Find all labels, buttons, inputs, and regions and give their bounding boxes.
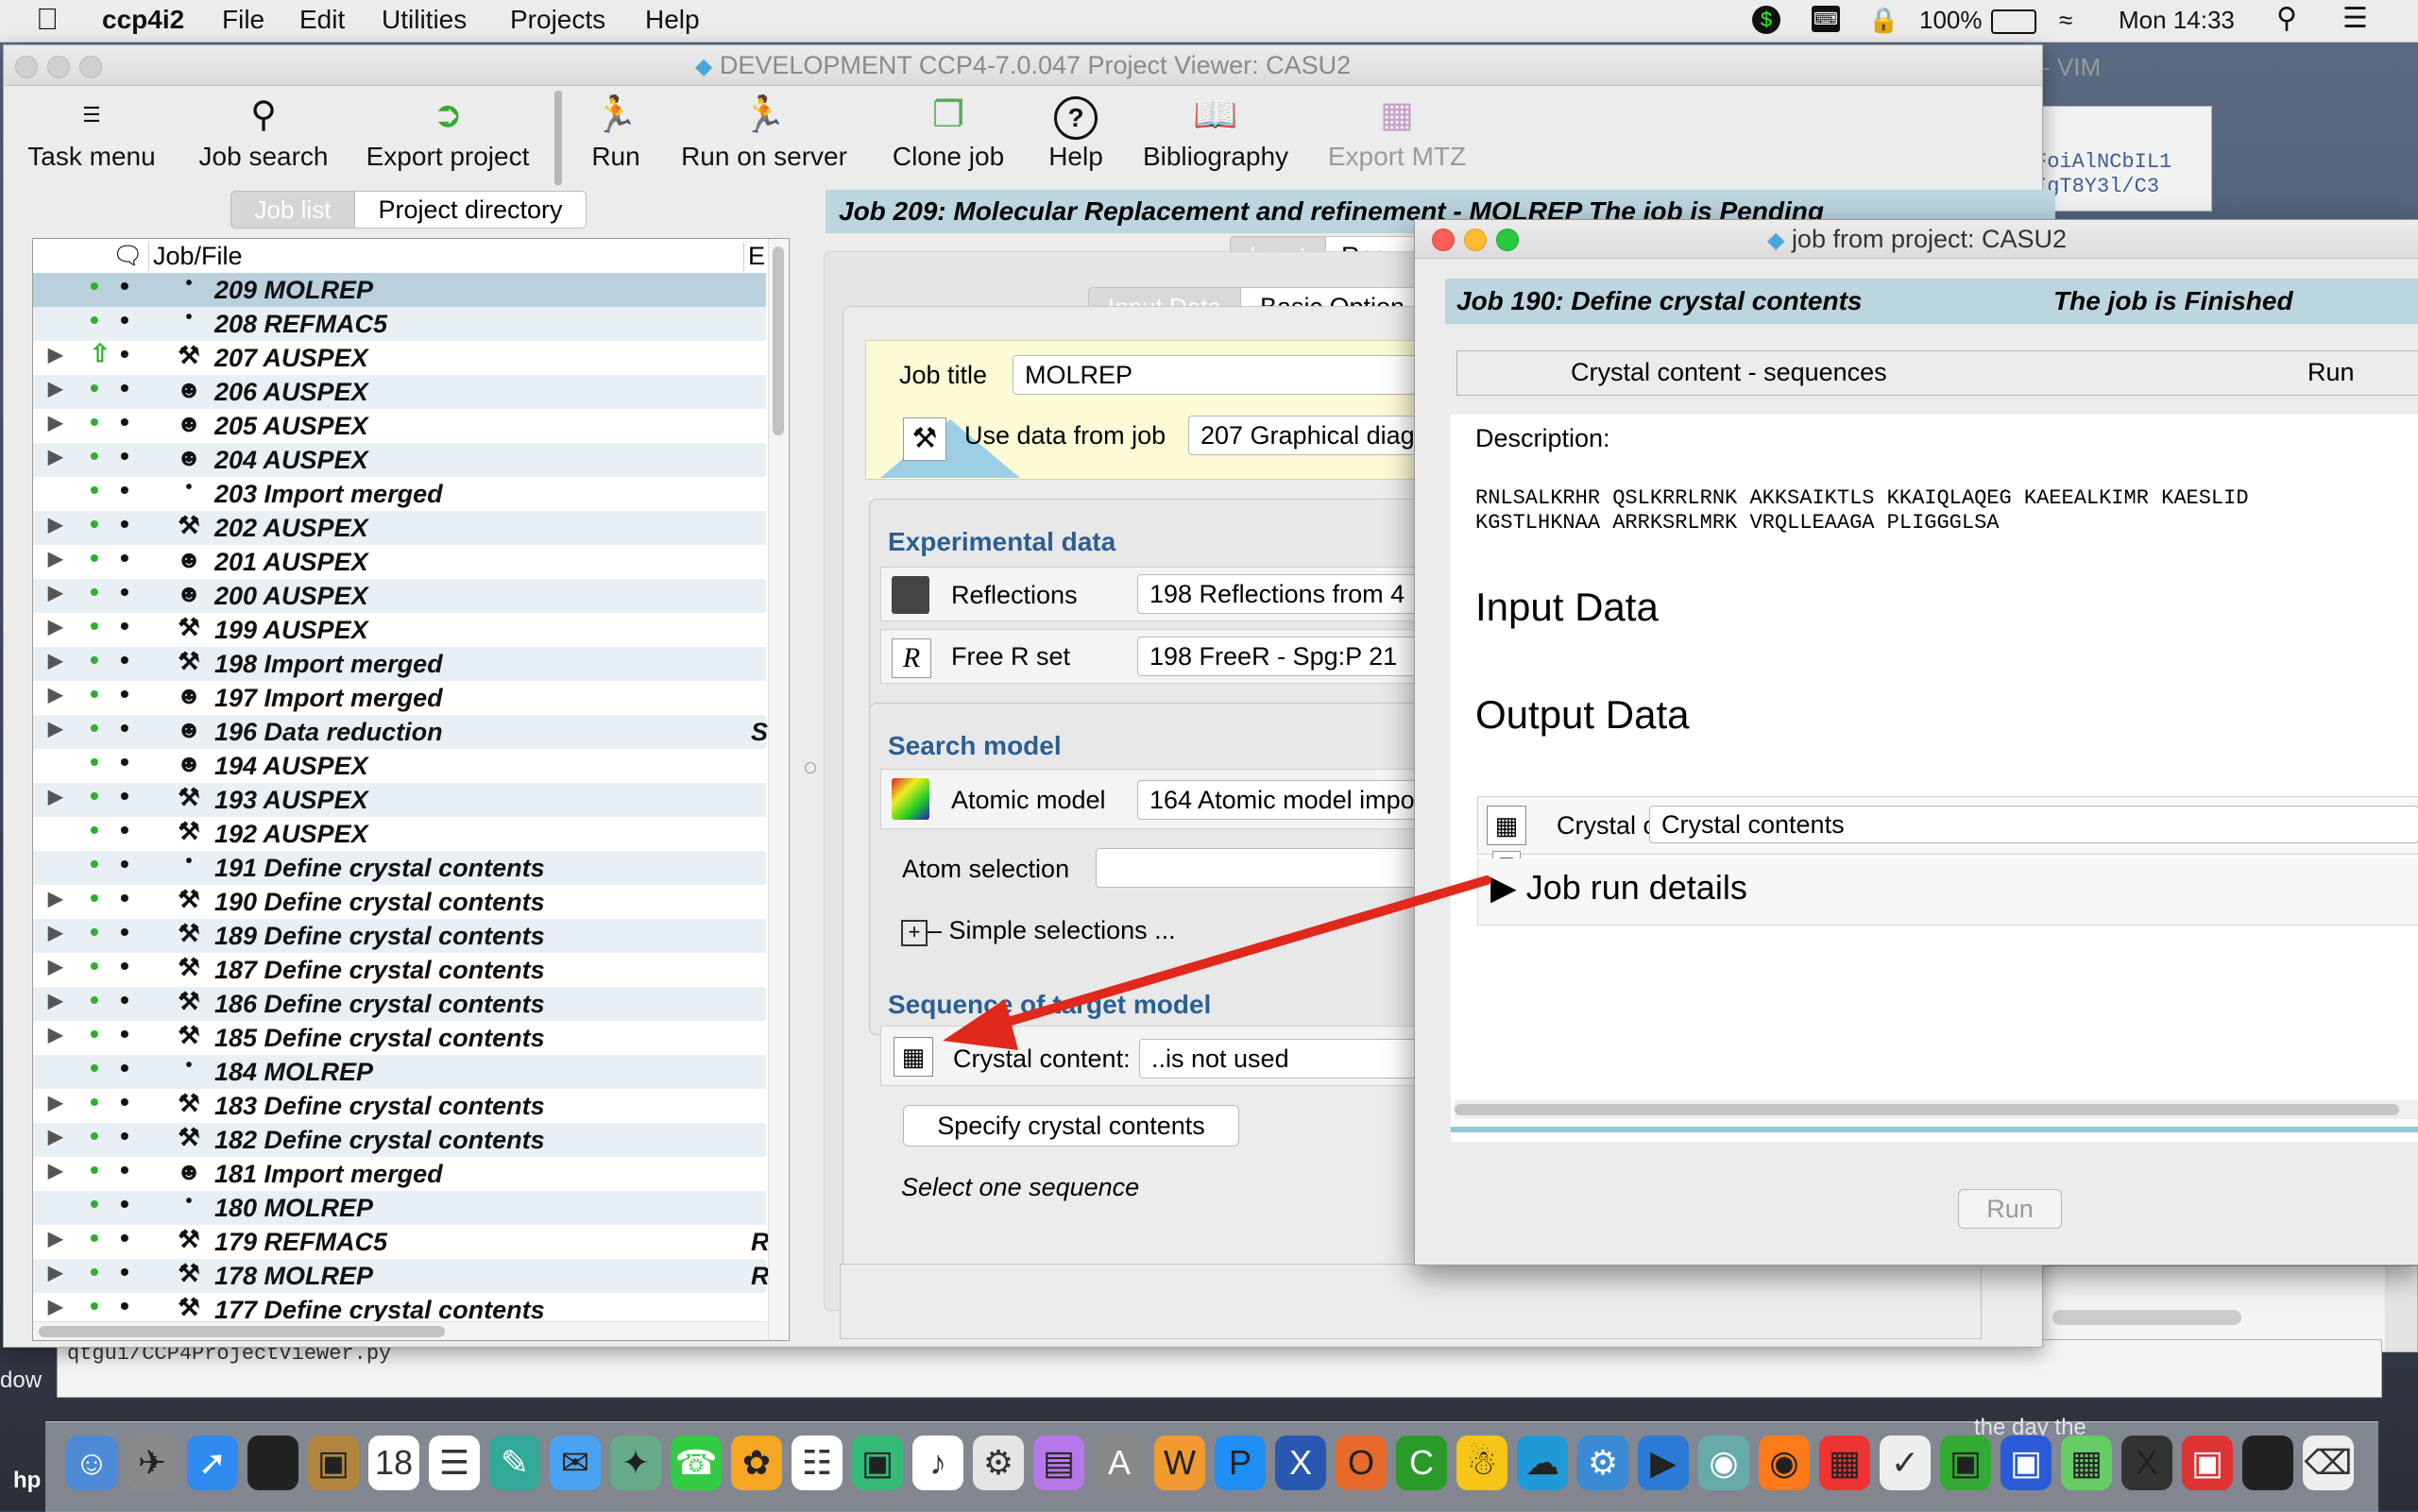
chrome-icon[interactable]: ◉ [1698,1436,1749,1490]
app-store-icon[interactable]: A [1094,1436,1145,1490]
annotation-arrow [943,875,1491,1050]
ibooks-icon[interactable]: ▤ [1033,1436,1084,1490]
trash-icon[interactable]: ⌫ [2303,1436,2354,1490]
launchpad-icon[interactable]: ✈ [127,1436,178,1490]
terminal2-icon[interactable]: X [2121,1436,2172,1490]
dock: ☺ ✈ ➚ >_ ▣ 18 ☰ ✎ ✉ ✦ ☎ ✿ ☷ ▣ ♪ ⚙ ▤ A W P X O C ☃ ☁ ⚙ ▶ ◉ ◉ ▦ ✓ ▣ ▣ ▦ X ▣ ▤ ⌫ [45,1421,2378,1512]
grid-icon[interactable]: ◉ [1759,1436,1810,1490]
android-icon[interactable]: ▣ [1940,1436,1991,1490]
numbers-icon[interactable]: ▣ [852,1436,903,1490]
powerpoint-icon[interactable]: P [1215,1436,1266,1490]
excel-icon[interactable]: X [1275,1436,1326,1490]
terminal-icon[interactable]: >_ [247,1436,298,1490]
check-icon[interactable]: ▦ [1819,1436,1870,1490]
python-icon[interactable]: ▣ [2182,1436,2233,1490]
document-icon[interactable]: ▤ [2242,1436,2293,1490]
word-icon[interactable]: W [1154,1436,1205,1490]
system-preferences-icon[interactable]: ⚙ [973,1436,1024,1490]
people-icon[interactable]: ☃ [1456,1436,1507,1490]
safari-icon[interactable]: ➚ [187,1436,238,1490]
activity-monitor-icon[interactable]: ▣ [2001,1436,2052,1490]
messages-icon[interactable]: ✉ [550,1436,601,1490]
facetime-icon[interactable]: ☎ [671,1436,722,1490]
itunes-icon[interactable]: ♪ [912,1436,963,1490]
calendar-icon[interactable]: 18 [368,1436,419,1490]
skype-icon[interactable]: C [1396,1436,1447,1490]
preview-icon[interactable]: ✎ [489,1436,540,1490]
outlook-icon[interactable]: O [1336,1436,1387,1490]
network-icon[interactable]: ☁ [1517,1436,1568,1490]
photo-icon[interactable]: ✦ [610,1436,661,1490]
contacts-icon[interactable]: ▣ [308,1436,359,1490]
utility-icon[interactable]: ⚙ [1577,1436,1628,1490]
firefox-icon[interactable]: ▶ [1638,1436,1689,1490]
finder-icon[interactable]: ☺ [66,1436,117,1490]
notes-icon[interactable]: ☰ [429,1436,480,1490]
textedit-icon[interactable]: ☷ [792,1436,843,1490]
photos-icon[interactable]: ✿ [731,1436,782,1490]
xquartz-icon[interactable]: ▦ [2061,1436,2112,1490]
virtualbox-icon[interactable]: ✓ [1880,1436,1931,1490]
